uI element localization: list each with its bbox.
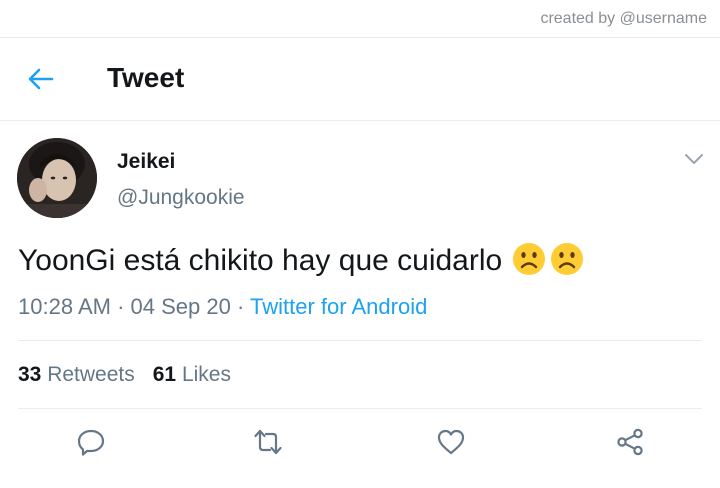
- retweets-label: Retweets: [47, 363, 135, 386]
- engagement-stats: 33 Retweets 61 Likes: [18, 363, 231, 387]
- divider: [18, 408, 702, 409]
- tweet-date: 04 Sep 20: [130, 294, 231, 319]
- meta-separator: ·: [236, 294, 245, 319]
- share-icon[interactable]: [615, 427, 645, 457]
- divider: [18, 340, 702, 341]
- avatar[interactable]: [17, 138, 97, 218]
- retweet-icon[interactable]: [253, 427, 283, 457]
- tweet-meta: 10:28 AM · 04 Sep 20 · Twitter for Andro…: [18, 294, 427, 320]
- meta-separator: ·: [117, 294, 125, 319]
- tweet-body: YoonGi está chikito hay que cuidarlo: [18, 242, 584, 278]
- avatar-photo: [17, 138, 97, 218]
- reply-icon[interactable]: [76, 427, 106, 457]
- author-name[interactable]: Jeikei: [117, 150, 175, 174]
- author-handle[interactable]: @Jungkookie: [117, 186, 245, 210]
- retweets-count: 33: [18, 363, 42, 386]
- tweet-source-link[interactable]: Twitter for Android: [250, 294, 427, 319]
- retweets-stat[interactable]: 33 Retweets: [18, 363, 135, 386]
- back-arrow-icon[interactable]: [26, 64, 56, 94]
- page-title: Tweet: [107, 62, 185, 93]
- likes-label: Likes: [181, 363, 231, 386]
- likes-stat[interactable]: 61 Likes: [153, 363, 231, 386]
- like-icon[interactable]: [436, 427, 466, 457]
- tweet-detail-screen: created by @username Tweet Jeikei @Jungk…: [0, 0, 720, 488]
- tweet-text: YoonGi está chikito hay que cuidarlo: [18, 244, 503, 277]
- tweet-time: 10:28 AM: [18, 294, 111, 319]
- frowning-face-emoji-icon: [513, 243, 546, 275]
- top-app-bar: Tweet: [0, 37, 720, 121]
- chevron-down-icon[interactable]: [684, 152, 704, 166]
- credit-watermark: created by @username: [540, 10, 707, 27]
- frowning-face-emoji-icon: [551, 243, 584, 275]
- likes-count: 61: [152, 363, 177, 386]
